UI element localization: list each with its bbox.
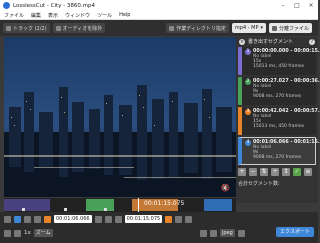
folder-icon: [169, 25, 175, 31]
export-row: jpeg: [200, 227, 245, 239]
capture-format-select[interactable]: jpeg: [220, 229, 235, 237]
segment-number: 2: [245, 79, 251, 85]
total-segments: 合計セグメント数:: [238, 181, 280, 187]
segment-menu-icon[interactable]: ≡: [304, 168, 312, 176]
export-button[interactable]: エクスポート: [276, 227, 314, 237]
timeline-tick: [104, 208, 107, 211]
segment-start-input[interactable]: 00:01:06.066: [54, 215, 92, 223]
tracks-button[interactable]: トラック (2/2): [3, 23, 50, 33]
app-icon: [3, 2, 10, 9]
timeline-tick: [64, 208, 67, 211]
remove-segment-icon[interactable]: −: [249, 168, 257, 176]
segment-item[interactable]: 2 00:00:27.027 - 00:00:36.055 No label 9…: [238, 77, 320, 105]
exclude-audio-button[interactable]: オーディオを除外: [52, 23, 106, 33]
next-segment-icon[interactable]: [175, 215, 183, 223]
merge-icon[interactable]: [237, 229, 245, 237]
current-time: 00:01:15.075: [144, 200, 185, 207]
segment-duration: 9s 9008 ms, 270 frames: [253, 89, 302, 99]
video-player[interactable]: 🔇: [4, 37, 236, 197]
options-row: 1x ズーム: [4, 227, 53, 239]
panel-title: 書き出すセグメント: [248, 39, 294, 45]
window-controls: – □ ×: [276, 2, 318, 9]
zoom-mode-select[interactable]: ズーム: [33, 229, 53, 237]
segment-end-input[interactable]: 00:01:15.075: [124, 215, 163, 223]
menu-edit[interactable]: 編集: [31, 12, 41, 19]
maximize-icon[interactable]: □: [290, 2, 304, 9]
video-frame: [4, 37, 236, 197]
toolbar: トラック (2/2) オーディオを除外 作業ディレクトリ指定 mp4 - MP ▾…: [0, 20, 318, 36]
split-segment-icon[interactable]: ÷: [271, 168, 279, 176]
playhead[interactable]: [138, 198, 139, 212]
close-icon[interactable]: ×: [304, 2, 318, 9]
menu-tools[interactable]: ツール: [97, 12, 112, 19]
next-frame-icon[interactable]: [114, 215, 122, 223]
timeline-segment[interactable]: [86, 199, 114, 211]
segment-end-icon[interactable]: [165, 215, 173, 223]
menu-window[interactable]: ウィンドウ: [65, 12, 90, 19]
segment-duration: 15s 15013 ms, 450 frames: [253, 119, 305, 129]
timeline[interactable]: 00:01:15.075: [4, 198, 236, 212]
prev-frame-icon[interactable]: [94, 215, 102, 223]
segment-item[interactable]: 1 00:00:00.000 - 00:00:15.050 No label 1…: [238, 47, 320, 75]
include-segment-icon[interactable]: ✓: [293, 168, 301, 176]
menu-file[interactable]: ファイル: [4, 12, 24, 19]
snapshot-icon[interactable]: [210, 229, 217, 237]
window-title: LosslessCut - City - 3860.mp4: [13, 2, 96, 9]
audio-off-icon: [55, 25, 61, 31]
playback-row: 00:01:06.066 00:01:15.075: [4, 214, 193, 224]
settings-icon[interactable]: [4, 229, 11, 237]
split-icon: [271, 25, 277, 31]
segment-duration: 9s 9008 ms, 270 frames: [253, 150, 302, 160]
timeline-segment[interactable]: [4, 199, 50, 211]
reorder-segments-icon[interactable]: ⇅: [260, 168, 268, 176]
controls-bar: 00:01:06.066 00:01:15.075 1x ズーム jpeg エク…: [0, 212, 318, 243]
move-segment-icon[interactable]: ↕: [282, 168, 290, 176]
segment-item-selected[interactable]: 4 00:01:06.066 - 00:01:15.075 No label 9…: [238, 137, 320, 165]
jump-end-icon[interactable]: [185, 215, 193, 223]
format-select[interactable]: mp4 - MP ▾: [231, 23, 266, 33]
timeline-segment[interactable]: [204, 199, 232, 211]
segment-number: 3: [245, 109, 251, 115]
list-icon: [6, 25, 11, 31]
segment-item[interactable]: 3 00:00:42.042 - 00:00:57.057 No label 1…: [238, 107, 320, 135]
menu-view[interactable]: 表示: [48, 12, 58, 19]
close-panel-icon[interactable]: ×: [239, 38, 245, 45]
add-segment-icon[interactable]: +: [238, 168, 246, 176]
import-icon[interactable]: [14, 229, 21, 237]
play-icon[interactable]: [104, 215, 112, 223]
chevron-down-icon: ▾: [260, 25, 263, 31]
zoom-icon[interactable]: [14, 215, 21, 223]
menu-help[interactable]: Help: [119, 12, 130, 18]
help-icon[interactable]: ?: [309, 38, 315, 45]
segment-actions: + − ⇅ ÷ ↕ ✓ ≡: [238, 168, 312, 176]
panel-header: × 書き出すセグメント ?: [236, 37, 318, 46]
mute-icon[interactable]: 🔇: [221, 184, 232, 193]
timeline-tick: [22, 208, 25, 211]
menu-bar: ファイル 編集 表示 ウィンドウ ツール Help: [0, 11, 318, 20]
segment-duration: 15s 15013 ms, 450 frames: [253, 59, 305, 69]
jump-start-icon[interactable]: [24, 215, 31, 223]
zoom-level: 1x: [24, 230, 31, 236]
workdir-button[interactable]: 作業ディレクトリ指定: [166, 23, 229, 33]
minimize-icon[interactable]: –: [276, 2, 290, 9]
segment-start-icon[interactable]: [44, 215, 51, 223]
segments-panel: × 書き出すセグメント ? 1 00:00:00.000 - 00:00:15.…: [236, 37, 320, 203]
prev-segment-icon[interactable]: [34, 215, 41, 223]
undo-icon[interactable]: [200, 229, 207, 237]
title-bar: LosslessCut - City - 3860.mp4 – □ ×: [0, 0, 318, 11]
lock-icon[interactable]: [4, 215, 11, 223]
segment-number: 1: [245, 49, 251, 55]
segment-number: 4: [245, 140, 251, 146]
separate-files-button[interactable]: 分離ファイル: [268, 23, 312, 33]
